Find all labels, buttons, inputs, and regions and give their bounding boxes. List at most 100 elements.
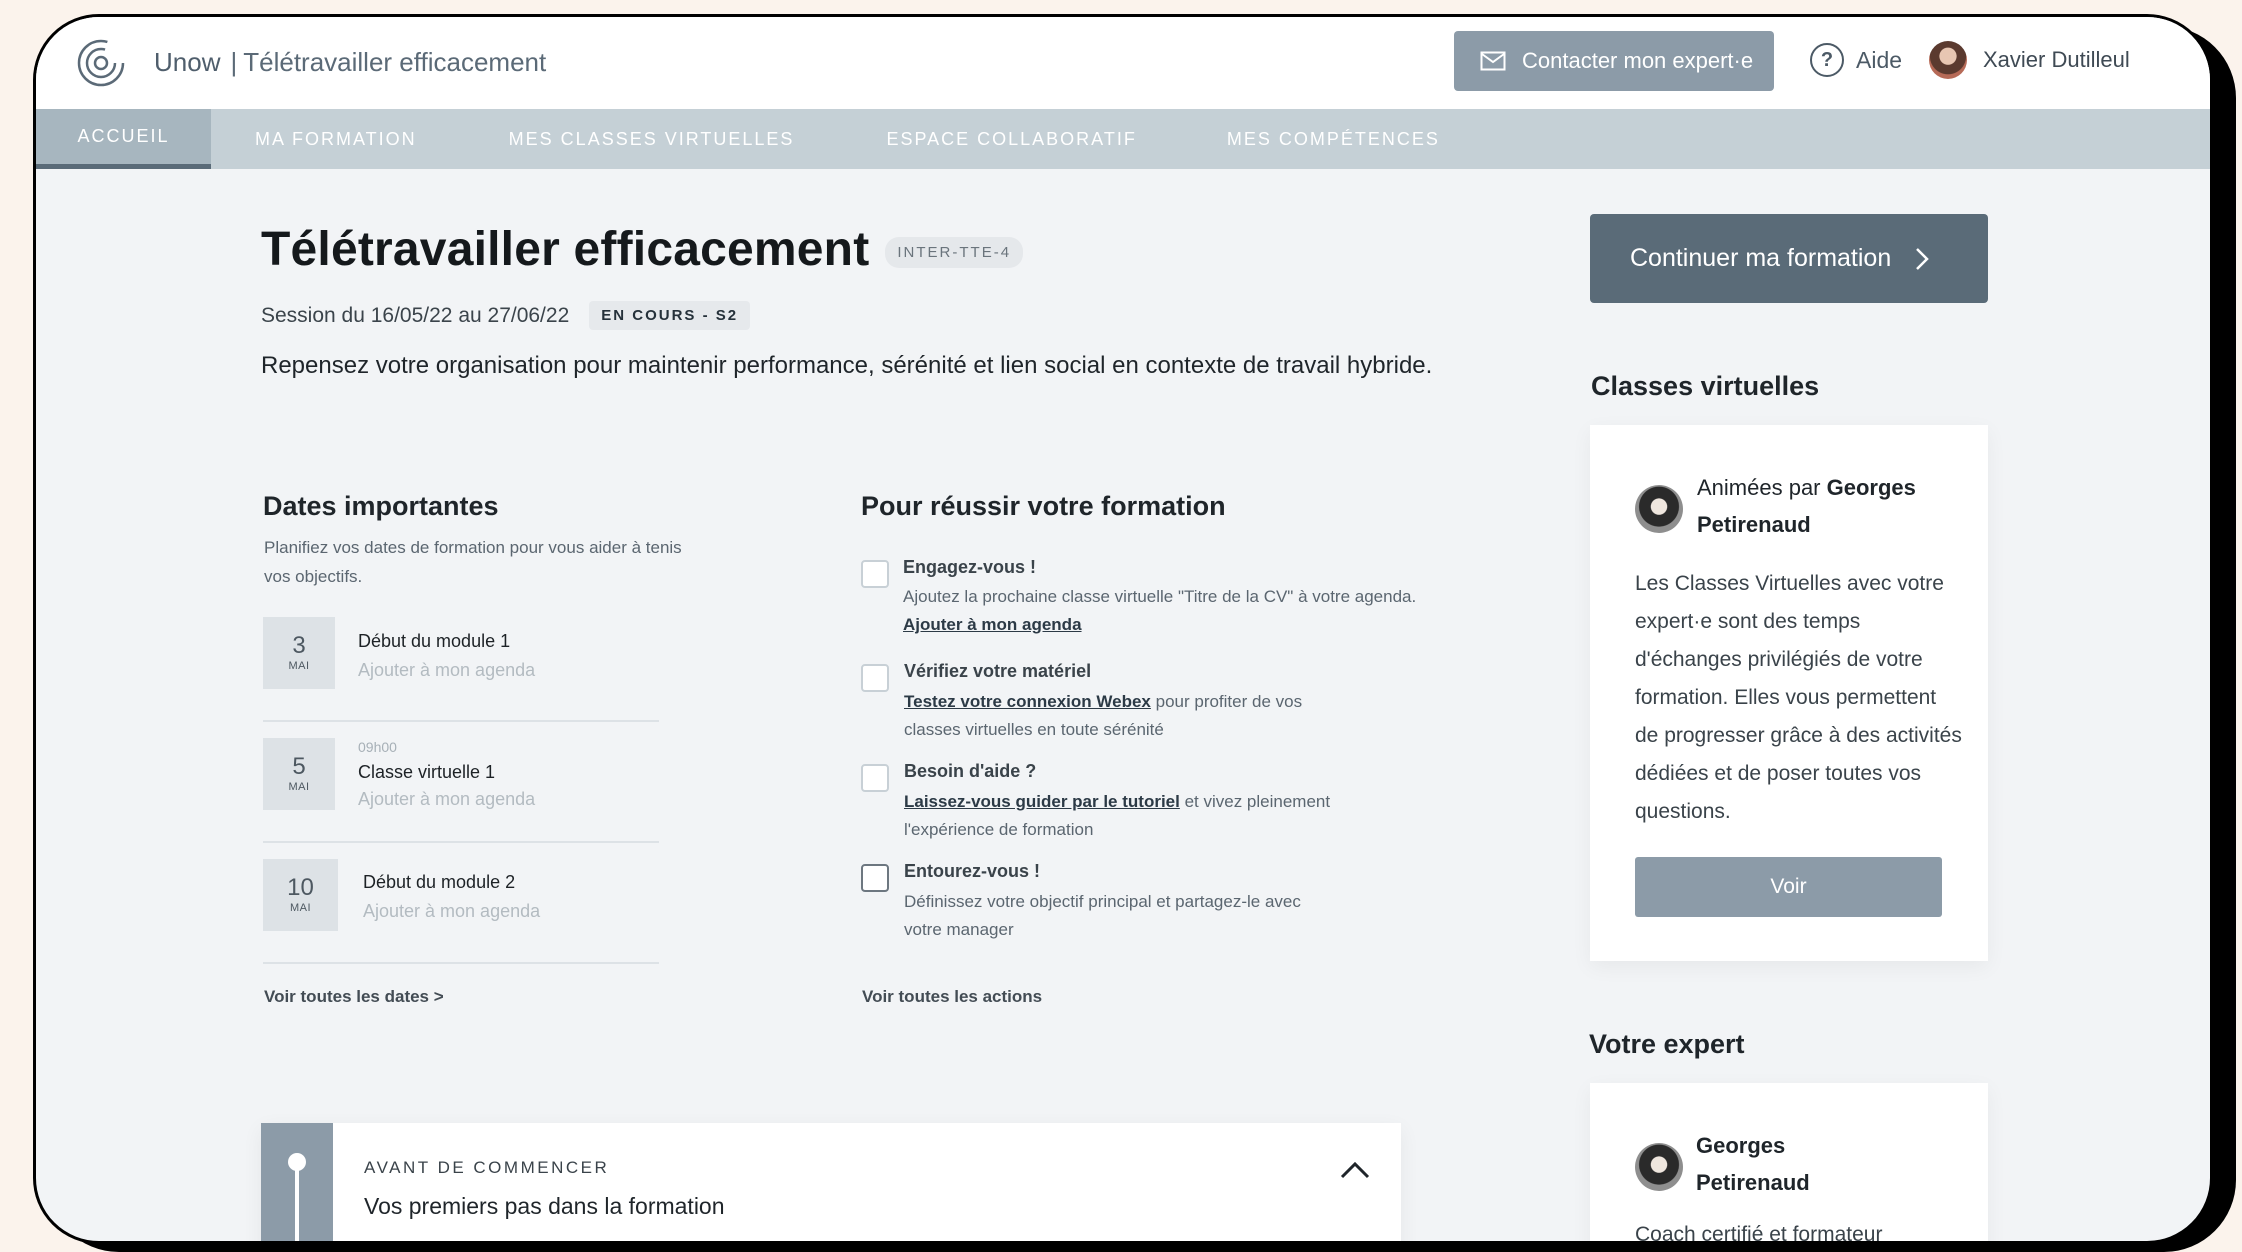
date-day: 3 [292,632,306,659]
action-checkbox[interactable] [861,864,889,892]
action-body: Ajoutez la prochaine classe virtuelle "T… [903,583,1543,639]
user-menu[interactable]: Xavier Dutilleul [1929,41,2130,79]
action-title: Engagez-vous ! [903,557,1037,577]
action-text: Définissez votre objectif principal et p… [904,892,1301,911]
continue-training-button[interactable]: Continuer ma formation [1590,214,1988,303]
action-text: et vivez pleinement [1179,792,1331,811]
status-badge: EN COURS - S2 [589,301,751,330]
tutorial-link[interactable]: Laissez-vous guider par le tutoriel [904,792,1180,811]
action-checkbox[interactable] [861,764,889,792]
expert-last-name: Petirenaud [1696,1170,1810,1195]
user-avatar [1929,41,1967,79]
before-start-accordion[interactable]: AVANT DE COMMENCER Vos premiers pas dans… [261,1123,1401,1241]
date-item: 5 MAI 09h00 Classe virtuelle 1 Ajouter à… [263,723,659,843]
virtual-classes-description: Les Classes Virtuelles avec votre expert… [1635,572,1962,823]
envelope-icon [1480,51,1506,71]
action-title: Entourez-vous ! [904,861,1041,881]
tab-mes-classes-virtuelles[interactable]: MES CLASSES VIRTUELLES [509,109,795,169]
virtual-classes-card: Animées par Georges Petirenaud Les Class… [1590,425,1988,961]
date-month: MAI [289,902,312,914]
expert-first-name: Georges [1696,1133,1786,1158]
date-time: 09h00 [358,739,397,755]
virtual-classes-title: Classes virtuelles [1591,371,1820,401]
continue-training-label: Continuer ma formation [1630,244,1892,272]
course-description: Repensez votre organisation pour mainten… [261,352,1433,379]
expert-avatar [1635,1143,1683,1191]
expert-last-name: Petirenaud [1697,512,1811,537]
date-month: MAI [288,660,310,672]
session-row: Session du 16/05/22 au 27/06/22 EN COURS… [261,301,751,330]
tab-accueil[interactable]: ACCUEIL [36,109,211,169]
brand-name[interactable]: Unow [154,47,220,77]
test-webex-link[interactable]: Testez votre connexion Webex [904,692,1151,711]
brand-separator: | [230,47,238,77]
course-code-badge: INTER-TTE-4 [885,237,1024,268]
action-item: Entourez-vous ! Définissez votre objecti… [861,861,1501,941]
action-body: Laissez-vous guider par le tutoriel et v… [904,788,1504,844]
question-mark-icon: ? [1810,43,1844,77]
session-dates: Session du 16/05/22 au 27/06/22 [261,303,570,327]
see-all-dates-link[interactable]: Voir toutes les dates > [264,987,444,1007]
action-item: Besoin d'aide ? Laissez-vous guider par … [861,761,1501,841]
tab-ma-formation[interactable]: MA FORMATION [255,109,417,169]
top-bar: Unow | Télétravailler efficacement Contact… [36,17,2210,109]
help-link[interactable]: ? Aide [1810,43,1902,77]
accordion-kicker: AVANT DE COMMENCER [364,1158,610,1177]
animated-by-label: Animées par [1697,475,1827,500]
date-item: 3 MAI Début du module 1 Ajouter à mon ag… [263,602,659,722]
action-text: votre manager [904,920,1014,939]
action-body: Définissez votre objectif principal et p… [904,888,1504,944]
chevron-right-icon [1916,247,1930,270]
help-label: Aide [1856,46,1903,73]
action-text: pour profiter de vos [1150,692,1303,711]
tab-mes-competences[interactable]: MES COMPÉTENCES [1227,109,1440,169]
date-box: 3 MAI [263,617,335,689]
expert-avatar [1635,485,1683,533]
date-day: 10 [287,874,314,901]
action-item: Engagez-vous ! Ajoutez la prochaine clas… [861,557,1501,637]
user-name: Xavier Dutilleul [1983,47,2130,72]
date-item: 10 MAI Début du module 2 Ajouter à mon a… [263,844,659,964]
accordion-title: Vos premiers pas dans la formation [364,1193,725,1219]
page-title: Télétravailler efficacement [261,223,870,276]
see-virtual-classes-button[interactable]: Voir [1635,857,1942,917]
add-to-agenda-link[interactable]: Ajouter à mon agenda [358,789,535,810]
add-to-agenda-action-link[interactable]: Ajouter à mon agenda [903,615,1082,634]
app-window: Unow | Télétravailler efficacement Contact… [33,14,2213,1244]
page-header: Télétravailler efficacement INTER-TTE-4 [261,222,1024,277]
action-title: Besoin d'aide ? [904,761,1037,781]
expert-section-title: Votre expert [1589,1029,1745,1059]
tab-espace-collaboratif[interactable]: ESPACE COLLABORATIF [886,109,1136,169]
main-nav: ACCUEIL MA FORMATION MES CLASSES VIRTUEL… [36,109,2210,169]
contact-expert-button[interactable]: Contacter mon expert·e [1454,31,1774,91]
unow-logo-icon[interactable] [76,38,126,88]
add-to-agenda-link[interactable]: Ajouter à mon agenda [363,901,540,922]
action-item: Vérifiez votre matériel Testez votre con… [861,661,1501,741]
contact-expert-label: Contacter mon expert·e [1522,48,1754,73]
chevron-up-icon[interactable] [1339,1157,1371,1181]
date-box: 5 MAI [263,738,335,810]
dates-title: Dates importantes [263,491,499,521]
action-text: l'expérience de formation [904,820,1094,839]
action-checkbox[interactable] [861,664,889,692]
date-label: Classe virtuelle 1 [358,762,496,782]
expert-first-name: Georges [1826,475,1916,500]
brand-course-name: Télétravailler efficacement [243,47,547,77]
expert-card: Georges Petirenaud Coach certifié et for… [1590,1083,1988,1244]
action-text: classes virtuelles en toute sérénité [904,720,1164,739]
date-label: Début du module 1 [358,631,511,651]
action-checkbox[interactable] [861,560,889,588]
see-all-actions-link[interactable]: Voir toutes les actions [862,987,1042,1007]
date-day: 5 [292,753,306,780]
date-month: MAI [288,781,310,793]
dates-subtitle: Planifiez vos dates de formation pour vo… [264,538,682,586]
action-body: Testez votre connexion Webex pour profit… [904,688,1504,744]
date-label: Début du module 2 [363,872,516,892]
brand-title: Unow | Télétravailler efficacement [154,47,546,78]
actions-title: Pour réussir votre formation [861,491,1226,521]
expert-name: Georges Petirenaud [1696,1127,1810,1201]
animated-by-text: Animées par Georges Petirenaud [1697,469,1916,543]
add-to-agenda-link[interactable]: Ajouter à mon agenda [358,660,535,681]
expert-description: Coach certifié et formateur [1635,1223,1883,1244]
action-text: Ajoutez la prochaine classe virtuelle "T… [903,587,1417,606]
